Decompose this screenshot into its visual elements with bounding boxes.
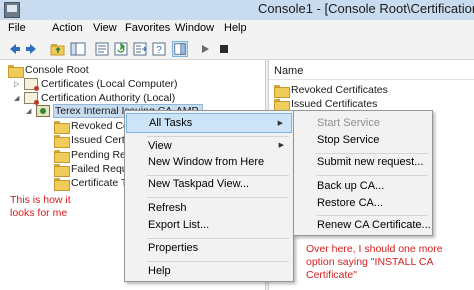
annotation-line: option saying "INSTALL CA	[306, 256, 434, 268]
folder-icon	[54, 149, 70, 163]
menu-item-label: Submit new request...	[317, 156, 424, 168]
context-menu: All Tasks ▶ View ▶ New Window from Here …	[124, 110, 294, 282]
mmc-app-icon	[4, 2, 20, 18]
refresh-icon[interactable]	[113, 41, 129, 57]
column-header-name[interactable]: Name	[269, 62, 474, 80]
list-item[interactable]: Revoked Certificates	[274, 83, 388, 98]
annotation-left: This is how it looks for me	[10, 194, 71, 220]
menu-item-renew-ca[interactable]: Renew CA Certificate...	[295, 215, 431, 235]
menu-item-label: Help	[148, 265, 171, 277]
menu-item-label: New Taskpad View...	[148, 178, 250, 190]
menu-item-label: Export List...	[148, 219, 210, 231]
menu-item-label: Restore CA...	[317, 197, 384, 209]
tree-label: Certificates (Local Computer)	[41, 78, 178, 90]
menu-item-label: Renew CA Certificate...	[317, 219, 431, 231]
list-item[interactable]: Issued Certificates	[274, 97, 378, 112]
submenu-arrow-icon: ▶	[277, 120, 283, 127]
menu-view[interactable]: View	[93, 22, 117, 34]
menu-item-label: Properties	[148, 242, 199, 254]
all-tasks-submenu: Start Service Stop Service Submit new re…	[293, 110, 433, 236]
annotation-line: Over here, I should one more	[306, 243, 443, 255]
annotation-line: looks for me	[10, 207, 68, 219]
menu-window[interactable]: Window	[175, 22, 214, 34]
start-service-icon[interactable]	[197, 41, 213, 57]
submenu-arrow-icon: ▶	[278, 142, 284, 149]
menu-item-label: New Window from Here	[148, 156, 265, 168]
folder-icon	[274, 98, 290, 112]
menu-item-label: Start Service	[317, 117, 380, 129]
stop-service-icon[interactable]	[216, 41, 232, 57]
collapse-arrow-icon[interactable]: ◢	[14, 93, 22, 103]
collapse-arrow-icon[interactable]: ◢	[26, 106, 34, 116]
help-icon[interactable]: ?	[151, 41, 167, 57]
menu-item-label: All Tasks	[149, 117, 193, 129]
menu-item-label: Back up CA...	[317, 180, 385, 192]
menu-bar: File Action View Favorites Window Help	[0, 20, 474, 38]
certification-authority-icon	[24, 92, 39, 105]
menu-item-export-list[interactable]: Export List...	[126, 215, 292, 235]
menu-item-label: Stop Service	[317, 134, 380, 146]
folder-icon	[8, 64, 24, 78]
menu-item-new-window[interactable]: New Window from Here	[126, 152, 292, 172]
menu-action[interactable]: Action	[52, 22, 83, 34]
folder-icon	[274, 84, 290, 98]
list-item-label: Issued Certificates	[291, 98, 378, 110]
menu-item-properties[interactable]: Properties	[126, 238, 292, 258]
menu-item-all-tasks[interactable]: All Tasks ▶	[126, 113, 292, 133]
menu-file[interactable]: File	[8, 22, 26, 34]
menu-item-label: View	[148, 140, 172, 152]
ca-server-icon	[36, 105, 50, 117]
title-bar: Console1 - [Console Root\Certification A	[0, 0, 474, 20]
column-header-label: Name	[274, 65, 304, 77]
folder-icon	[54, 120, 70, 134]
up-folder-icon[interactable]	[50, 41, 66, 57]
toolbar: ?	[0, 38, 474, 60]
certificates-icon	[24, 78, 39, 91]
forward-icon[interactable]	[24, 41, 40, 57]
tree-node-certificates-local[interactable]: ▷ Certificates (Local Computer)	[14, 77, 178, 91]
folder-icon	[54, 177, 70, 191]
folder-icon	[54, 134, 70, 148]
menu-item-label: Refresh	[148, 202, 187, 214]
properties-icon[interactable]	[94, 41, 110, 57]
tree-label: Console Root	[25, 64, 89, 76]
menu-item-restore-ca[interactable]: Restore CA...	[295, 193, 431, 213]
back-icon[interactable]	[6, 41, 22, 57]
annotation-line: This is how it	[10, 194, 71, 206]
tree-node-ca-local[interactable]: ◢ Certification Authority (Local)	[14, 91, 175, 105]
menu-favorites[interactable]: Favorites	[125, 22, 170, 34]
annotation-line: Certificate"	[306, 269, 357, 281]
menu-help[interactable]: Help	[224, 22, 247, 34]
tree-node-console-root[interactable]: Console Root	[8, 63, 89, 78]
list-item-label: Revoked Certificates	[291, 84, 388, 96]
show-hide-tree-icon[interactable]	[70, 41, 86, 57]
window-title: Console1 - [Console Root\Certification A	[258, 1, 474, 16]
menu-item-new-taskpad[interactable]: New Taskpad View...	[126, 174, 292, 194]
action-pane-icon[interactable]	[172, 41, 188, 57]
tree-label: Certification Authority (Local)	[41, 92, 176, 104]
expand-arrow-icon[interactable]: ▷	[14, 79, 22, 89]
annotation-right: Over here, I should one more option sayi…	[306, 243, 443, 282]
menu-item-help[interactable]: Help	[126, 261, 292, 281]
export-list-icon[interactable]	[132, 41, 148, 57]
svg-text:?: ?	[156, 45, 162, 56]
folder-icon	[54, 163, 70, 177]
menu-item-stop-service[interactable]: Stop Service	[295, 130, 431, 150]
menu-item-submit-request[interactable]: Submit new request...	[295, 152, 431, 172]
